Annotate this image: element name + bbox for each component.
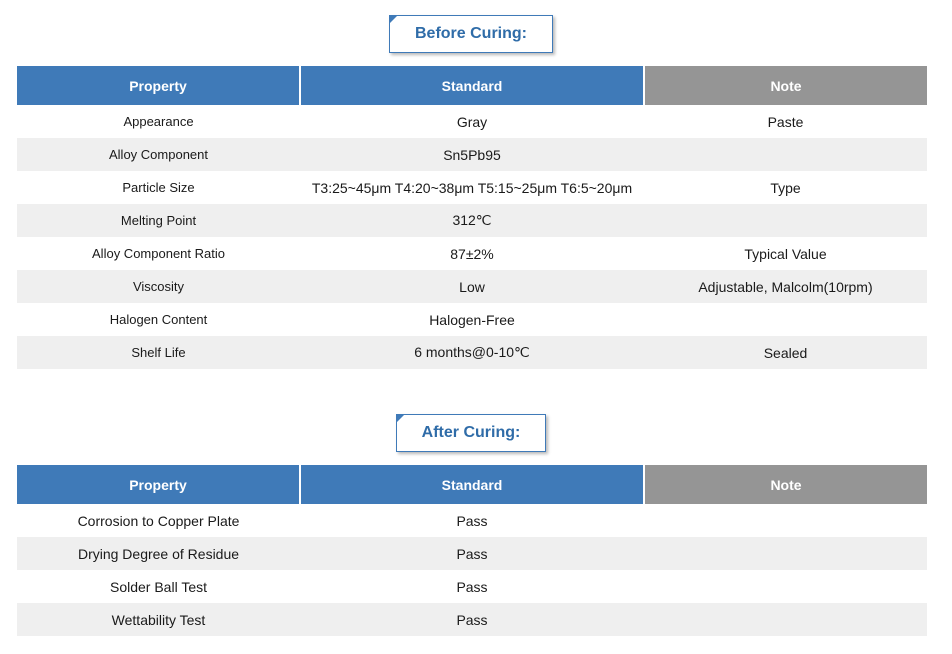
note-cell: Type [770, 179, 801, 196]
standard-cell: 6 months@0-10℃ [300, 336, 644, 369]
title-corner-mark [396, 414, 405, 423]
standard-cell: Gray [456, 113, 488, 130]
note-cell [644, 303, 927, 336]
after-curing-title: After Curing: [396, 414, 546, 452]
header-property: Property [17, 465, 301, 504]
table-header-row: Property Standard Note [17, 66, 927, 105]
standard-cell: Pass [300, 603, 644, 636]
standard-cell: Low [300, 270, 644, 303]
table-row: Drying Degree of Residue Pass [17, 537, 927, 570]
property-cell: Melting Point [17, 204, 300, 237]
property-cell: Drying Degree of Residue [17, 537, 300, 570]
property-cell: Shelf Life [17, 336, 300, 369]
note-cell [644, 138, 927, 171]
standard-cell: Halogen-Free [429, 311, 515, 328]
before-curing-title: Before Curing: [389, 15, 553, 53]
property-cell: Alloy Component Ratio [92, 246, 225, 261]
standard-cell: 87±2% [450, 245, 494, 262]
property-cell: Viscosity [17, 270, 300, 303]
header-property: Property [17, 66, 301, 105]
property-cell: Appearance [123, 114, 194, 129]
note-cell: Paste [767, 113, 804, 130]
standard-cell: Pass [456, 512, 488, 529]
table-row: Melting Point 312℃ [17, 204, 927, 237]
standard-cell: Sn5Pb95 [300, 138, 644, 171]
note-cell [644, 603, 927, 636]
standard-cell: T3:25~45μm T4:20~38μm T5:15~25μm T6:5~20… [311, 179, 633, 196]
standard-cell: 312℃ [300, 204, 644, 237]
table-row: Solder Ball Test Pass [17, 570, 927, 603]
property-cell: Wettability Test [17, 603, 300, 636]
header-note: Note [644, 66, 927, 105]
table-row: Appearance Gray Paste [17, 105, 927, 138]
header-standard: Standard [300, 465, 645, 504]
table-header-row: Property Standard Note [17, 465, 927, 504]
title-corner-mark [389, 15, 398, 24]
note-cell: Typical Value [744, 245, 827, 262]
note-cell: Adjustable, Malcolm(10rpm) [644, 270, 927, 303]
after-curing-table: Property Standard Note Corrosion to Copp… [17, 465, 927, 636]
before-curing-table: Property Standard Note Appearance Gray P… [17, 66, 927, 369]
table-row: Alloy Component Sn5Pb95 [17, 138, 927, 171]
property-cell: Alloy Component [17, 138, 300, 171]
property-cell: Particle Size [122, 180, 195, 195]
note-cell [644, 504, 927, 537]
table-row: Corrosion to Copper Plate Pass [17, 504, 927, 537]
property-cell: Solder Ball Test [109, 578, 207, 595]
header-standard: Standard [300, 66, 645, 105]
before-curing-title-text: Before Curing: [415, 25, 527, 42]
property-cell: Corrosion to Copper Plate [77, 512, 240, 529]
standard-cell: Pass [456, 578, 488, 595]
table-row: Wettability Test Pass [17, 603, 927, 636]
table-row: Alloy Component Ratio 87±2% Typical Valu… [17, 237, 927, 270]
property-cell: Halogen Content [109, 312, 208, 327]
standard-cell: Pass [300, 537, 644, 570]
table-row: Viscosity Low Adjustable, Malcolm(10rpm) [17, 270, 927, 303]
table-row: Shelf Life 6 months@0-10℃ Sealed [17, 336, 927, 369]
after-curing-title-text: After Curing: [421, 424, 521, 441]
table-row: Halogen Content Halogen-Free [17, 303, 927, 336]
note-cell: Sealed [644, 336, 927, 369]
note-cell [644, 570, 927, 603]
header-note: Note [644, 465, 927, 504]
table-row: Particle Size T3:25~45μm T4:20~38μm T5:1… [17, 171, 927, 204]
note-cell [644, 204, 927, 237]
note-cell [644, 537, 927, 570]
